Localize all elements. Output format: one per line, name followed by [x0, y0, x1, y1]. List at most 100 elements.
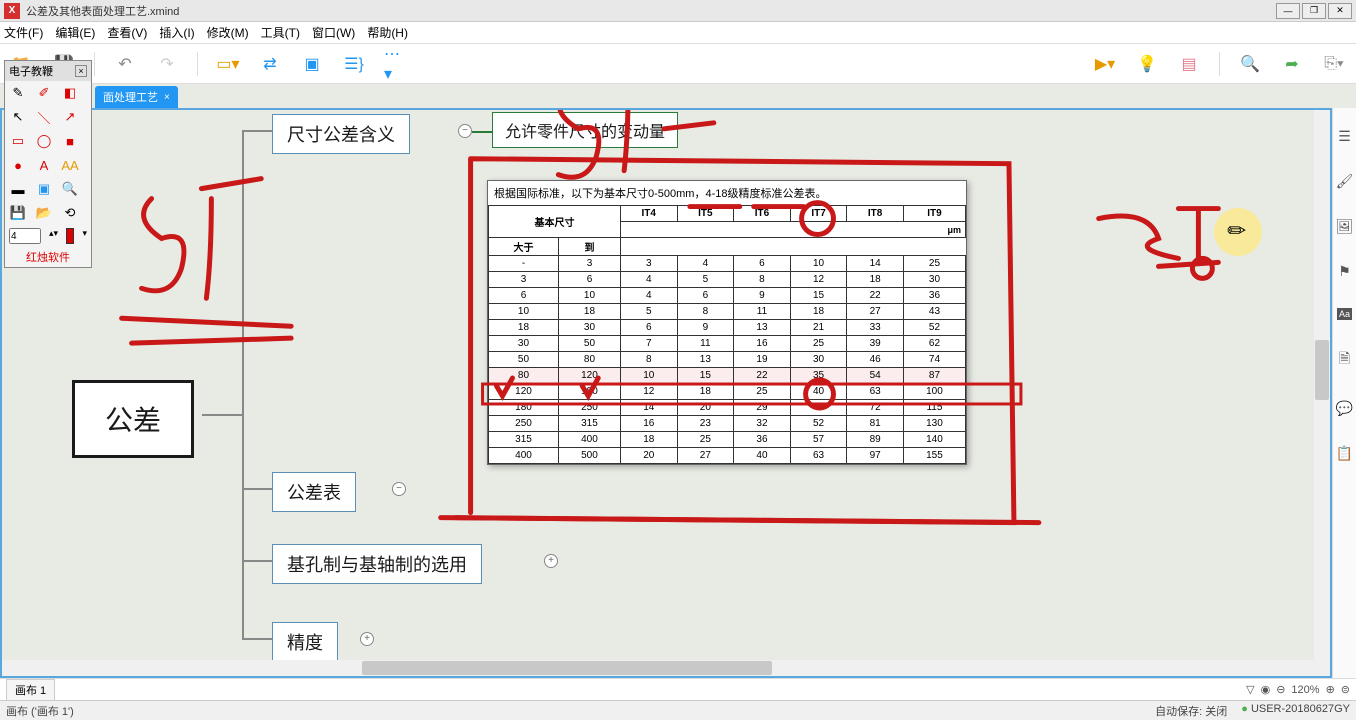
- titlebar: X 公差及其他表面处理工艺.xmind — ❐ ✕: [0, 0, 1356, 22]
- minimize-button[interactable]: —: [1276, 3, 1300, 19]
- scrollbar-thumb[interactable]: [362, 661, 772, 675]
- canvas[interactable]: 公差 尺寸公差含义 − 允许零件尺寸的变动量 公差表 − 基孔制与基轴制的选用 …: [0, 108, 1332, 678]
- node-label: 公差表: [287, 483, 341, 503]
- text-tool-icon[interactable]: A: [35, 156, 53, 174]
- presentation-icon[interactable]: ▶▾: [1093, 52, 1117, 76]
- redo-icon[interactable]: ↷: [155, 52, 179, 76]
- document-tabbar: 面处理工艺 ×: [0, 84, 1356, 108]
- pointer-palette[interactable]: 电子教鞭 × ✎ ✐ ◧ ↖ ＼ ↗ ▭ ◯ ■ ● A AA ▬ ▣ 🔍 💾 …: [4, 60, 92, 268]
- save-anno-icon[interactable]: 💾: [9, 204, 27, 222]
- node-hole-shaft[interactable]: 基孔制与基轴制的选用: [272, 544, 482, 584]
- horizontal-scrollbar[interactable]: [2, 660, 1314, 676]
- topic-icon[interactable]: ▭▾: [216, 52, 240, 76]
- menu-window[interactable]: 窗口(W): [312, 24, 355, 41]
- format-icon[interactable]: 🖌: [1336, 173, 1354, 190]
- node-tolerance-table[interactable]: 公差表: [272, 472, 356, 512]
- pen-icon[interactable]: ✎: [9, 84, 27, 102]
- task-icon[interactable]: 📋: [1336, 445, 1353, 462]
- marker-icon[interactable]: ⚑: [1338, 263, 1351, 280]
- menu-file[interactable]: 文件(F): [4, 24, 43, 41]
- fillellipse-icon[interactable]: ●: [9, 156, 27, 174]
- node-dimension-tolerance-desc[interactable]: 允许零件尺寸的变动量: [492, 112, 678, 148]
- menu-edit[interactable]: 编辑(E): [55, 24, 95, 41]
- highlighter-icon[interactable]: ✐: [35, 84, 53, 102]
- scrollbar-thumb[interactable]: [1315, 340, 1329, 400]
- magnify-icon[interactable]: 🔍: [61, 180, 79, 198]
- eye-icon[interactable]: ◉: [1261, 683, 1271, 696]
- palette-title[interactable]: 电子教鞭 ×: [5, 61, 91, 81]
- statusbar: 画布 ('画布 1') 自动保存: 关闭 ● USER-20180627GY: [0, 700, 1356, 720]
- menu-tools[interactable]: 工具(T): [261, 24, 300, 41]
- menu-view[interactable]: 查看(V): [107, 24, 147, 41]
- open-anno-icon[interactable]: 📂: [35, 204, 53, 222]
- settings-icon[interactable]: ⟲: [61, 204, 79, 222]
- tab-label: 面处理工艺: [103, 89, 158, 105]
- zoom-in-icon[interactable]: ⊕: [1326, 683, 1335, 696]
- link-line: [472, 131, 492, 133]
- export-icon[interactable]: ⎘▾: [1322, 52, 1346, 76]
- expand-toggle[interactable]: +: [544, 554, 558, 568]
- canvas-tab[interactable]: 画布 1: [6, 679, 55, 701]
- window-title: 公差及其他表面处理工艺.xmind: [26, 3, 1276, 19]
- rect-icon[interactable]: ▭: [9, 132, 27, 150]
- node-precision[interactable]: 精度: [272, 622, 338, 662]
- connector: [242, 488, 272, 490]
- close-window-button[interactable]: ✕: [1328, 3, 1352, 19]
- palette-title-label: 电子教鞭: [9, 63, 53, 79]
- fillrect-icon[interactable]: ■: [61, 132, 79, 150]
- document-tab[interactable]: 面处理工艺 ×: [95, 86, 178, 108]
- color-swatch[interactable]: [66, 228, 74, 244]
- search-icon[interactable]: 🔍: [1238, 52, 1262, 76]
- more-icon[interactable]: ⋯▾: [384, 52, 408, 76]
- gantt-icon[interactable]: ▤: [1177, 52, 1201, 76]
- filter-icon[interactable]: ▽: [1246, 683, 1254, 696]
- tolerance-table-image[interactable]: 根据国际标准，以下为基本尺寸0-500mm，4-18级精度标准公差表。 基本尺寸…: [487, 180, 967, 465]
- boundary-icon[interactable]: ▣: [300, 52, 324, 76]
- tab-close-icon[interactable]: ×: [164, 92, 170, 103]
- menu-modify[interactable]: 修改(M): [207, 24, 249, 41]
- toolbar: 📂 💾 ↶ ↷ ▭▾ ⇄ ▣ ☰} ⋯▾ ▶▾ 💡 ▤ 🔍 ➦ ⎘▾: [0, 44, 1356, 84]
- right-panel: ☰ 🖌 🖼 ⚑ Aa 🗎 💬 📋: [1332, 108, 1356, 678]
- text-icon[interactable]: Aa: [1337, 308, 1352, 320]
- zoom-out-icon[interactable]: ⊖: [1276, 683, 1285, 696]
- blackboard-icon[interactable]: ▬: [9, 180, 27, 198]
- menubar: 文件(F) 编辑(E) 查看(V) 插入(I) 修改(M) 工具(T) 窗口(W…: [0, 22, 1356, 44]
- stroke-size-input[interactable]: [9, 228, 41, 244]
- node-label: 精度: [287, 633, 323, 653]
- connector: [242, 638, 272, 640]
- menu-insert[interactable]: 插入(I): [159, 24, 194, 41]
- image-icon[interactable]: 🖼: [1336, 218, 1354, 235]
- menu-help[interactable]: 帮助(H): [367, 24, 408, 41]
- node-label: 尺寸公差含义: [287, 125, 395, 145]
- arrow-icon[interactable]: ↖: [9, 108, 27, 126]
- relationship-icon[interactable]: ⇄: [258, 52, 282, 76]
- text2-icon[interactable]: AA: [61, 156, 79, 174]
- node-label: 基孔制与基轴制的选用: [287, 555, 467, 575]
- eraser-icon[interactable]: ◧: [61, 84, 79, 102]
- maximize-button[interactable]: ❐: [1302, 3, 1326, 19]
- outline-icon[interactable]: ☰: [1338, 128, 1351, 145]
- comments-icon[interactable]: 💬: [1336, 400, 1353, 417]
- connector: [242, 560, 272, 562]
- status-left: 画布 ('画布 1'): [6, 703, 74, 719]
- node-dimension-tolerance[interactable]: 尺寸公差含义: [272, 114, 410, 154]
- ellipse-icon[interactable]: ◯: [35, 132, 53, 150]
- undo-icon[interactable]: ↶: [113, 52, 137, 76]
- screen-icon[interactable]: ▣: [35, 180, 53, 198]
- tolerance-table: 基本尺寸IT4IT5IT6IT7IT8IT9μm大于到-334610142536…: [488, 205, 966, 464]
- connector: [202, 414, 242, 416]
- expand-toggle[interactable]: −: [458, 124, 472, 138]
- vertical-scrollbar[interactable]: [1314, 110, 1330, 676]
- summary-icon[interactable]: ☰}: [342, 52, 366, 76]
- line-icon[interactable]: ＼: [35, 108, 53, 126]
- expand-toggle[interactable]: +: [360, 632, 374, 646]
- connector: [242, 130, 244, 640]
- notes-icon[interactable]: 🗎: [1339, 348, 1350, 372]
- share-icon[interactable]: ➦: [1280, 52, 1304, 76]
- fit-icon[interactable]: ⊜: [1341, 683, 1350, 696]
- palette-close-icon[interactable]: ×: [75, 65, 87, 77]
- arrow2-icon[interactable]: ↗: [61, 108, 79, 126]
- expand-toggle[interactable]: −: [392, 482, 406, 496]
- idea-icon[interactable]: 💡: [1135, 52, 1159, 76]
- node-main[interactable]: 公差: [72, 380, 194, 458]
